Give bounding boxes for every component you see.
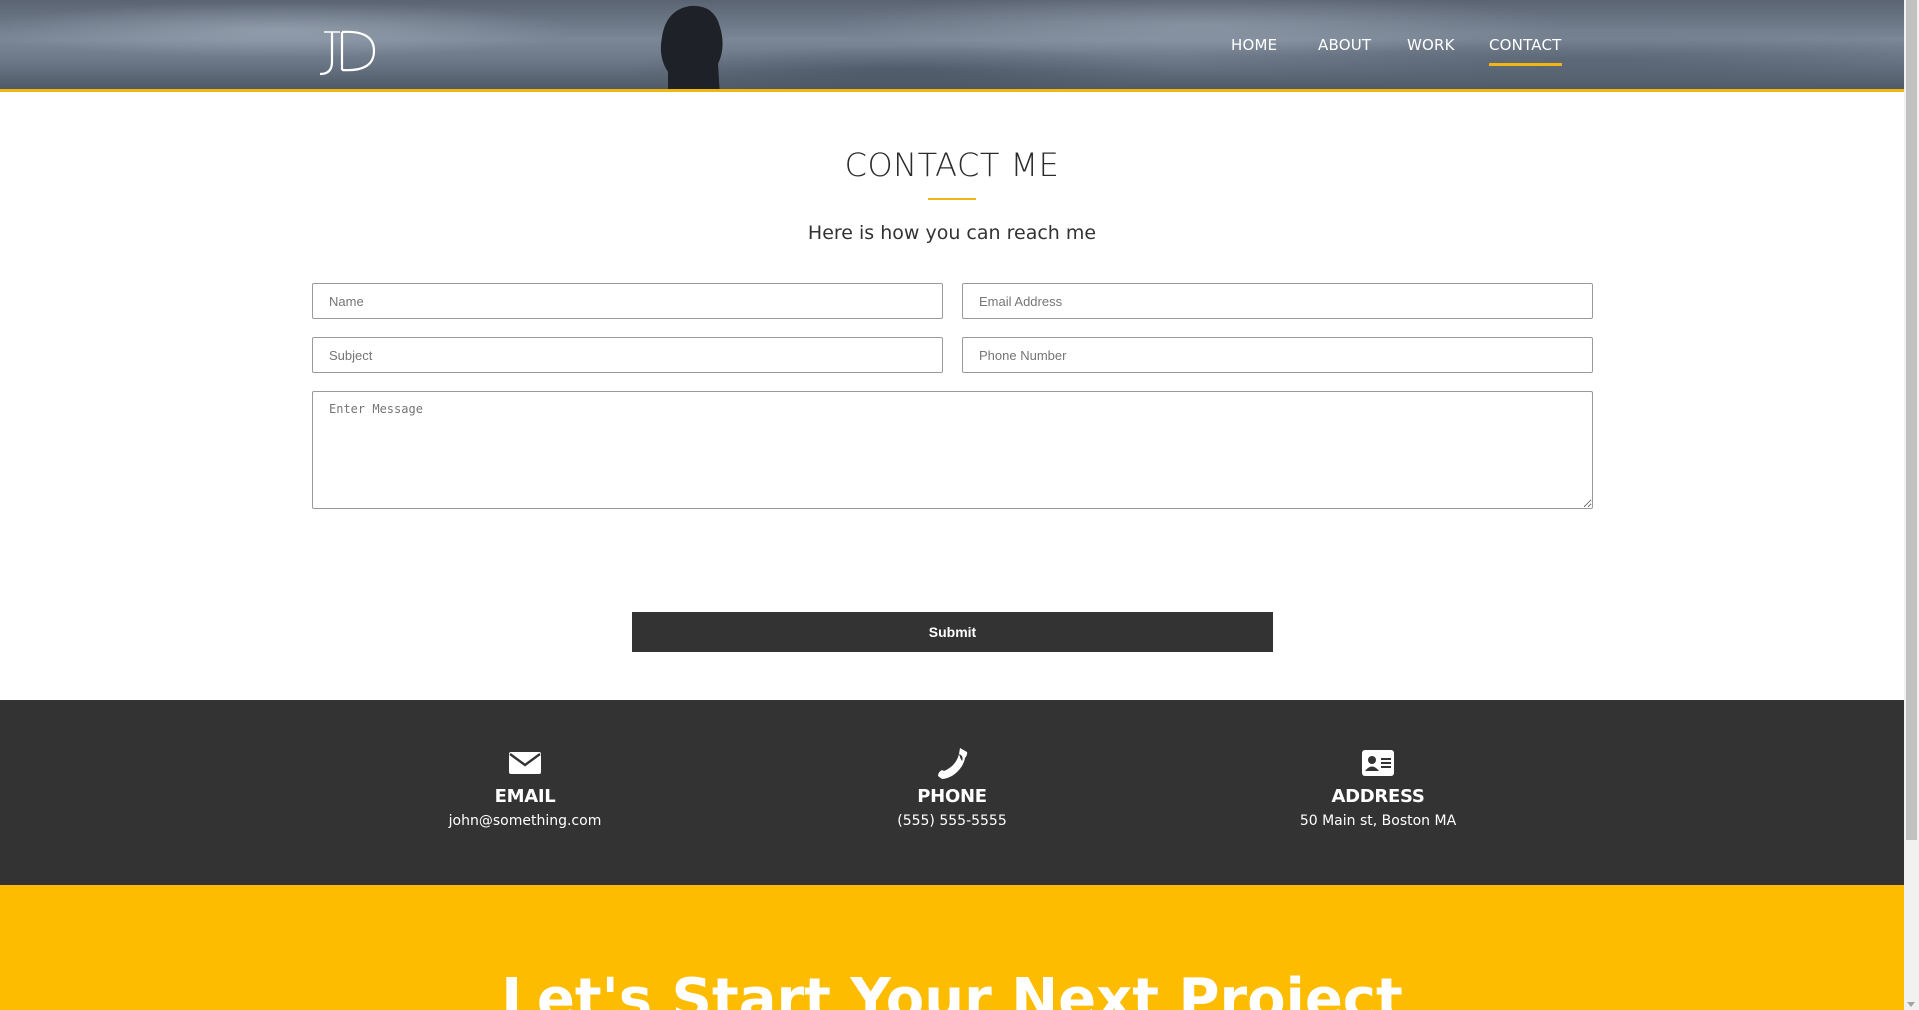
nav-home[interactable]: HOME: [1231, 36, 1277, 54]
address-value: 50 Main st, Boston MA: [1299, 813, 1457, 829]
phone-value: (555) 555-5555: [897, 813, 1007, 829]
phone-label: PHONE: [917, 786, 987, 807]
address-info: ADDRESS 50 Main st, Boston MA: [1228, 746, 1528, 829]
jd-logo[interactable]: JD: [312, 26, 382, 78]
scrollbar-thumb[interactable]: [1906, 0, 1917, 840]
address-label: ADDRESS: [1331, 786, 1425, 807]
name-input[interactable]: [312, 283, 943, 319]
site-header: JD HOME ABOUT WORK CONTACT: [0, 0, 1904, 92]
nav-about[interactable]: ABOUT: [1318, 36, 1371, 54]
contact-info-bar: EMAIL john@something.com PHONE (555) 555…: [0, 700, 1904, 885]
email-value: john@something.com: [448, 813, 602, 829]
vertical-scrollbar[interactable]: [1904, 0, 1919, 1010]
address-card-icon: [1362, 750, 1394, 776]
envelope-icon: [509, 752, 541, 774]
header-sky-background: [0, 0, 1904, 89]
cta-section: Let's Start Your Next Project: [0, 885, 1904, 1010]
submit-button[interactable]: Submit: [632, 612, 1273, 652]
phone-input[interactable]: [962, 337, 1593, 373]
nav-contact[interactable]: CONTACT: [1489, 36, 1562, 66]
scroll-down-arrow-icon[interactable]: [1907, 1002, 1915, 1007]
phone-info: PHONE (555) 555-5555: [802, 746, 1102, 829]
title-underline-divider: [928, 198, 976, 200]
contact-subtitle: Here is how you can reach me: [807, 222, 1097, 244]
subject-input[interactable]: [312, 337, 943, 373]
phone-icon: [938, 748, 968, 779]
person-silhouette-image: [660, 5, 723, 89]
email-label: EMAIL: [494, 786, 556, 807]
message-textarea[interactable]: [312, 391, 1593, 509]
cta-title: Let's Start Your Next Project: [501, 967, 1403, 1010]
email-info: EMAIL john@something.com: [375, 746, 675, 829]
nav-work[interactable]: WORK: [1407, 36, 1455, 54]
contact-title: CONTACT ME: [844, 146, 1060, 184]
page: JD HOME ABOUT WORK CONTACT CONTACT ME He…: [0, 0, 1919, 1010]
email-input[interactable]: [962, 283, 1593, 319]
